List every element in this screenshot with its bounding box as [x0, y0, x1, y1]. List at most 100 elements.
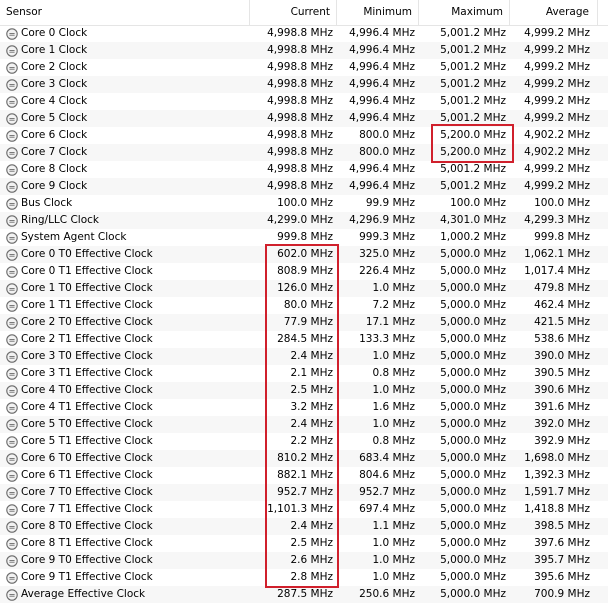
sensor-name: Core 6 Clock [21, 129, 88, 141]
sensor-name-cell: Core 5 T1 Effective Clock [0, 433, 250, 450]
maximum-value: 5,000.0 MHz [440, 333, 506, 345]
table-row[interactable]: Core 1 T0 Effective Clock 126.0 MHz 1.0 MH… [0, 280, 608, 297]
average-value: 4,999.2 MHz [524, 44, 590, 56]
table-row[interactable]: Core 0 T0 Effective Clock 602.0 MHz 325.0 … [0, 246, 608, 263]
table-row[interactable]: Core 3 T0 Effective Clock 2.4 MHz 1.0 MHz 5… [0, 348, 608, 365]
table-row[interactable]: Core 8 Clock 4,998.8 MHz 4,996.4 MHz 5,001.… [0, 161, 608, 178]
clock-sensor-icon [6, 146, 18, 159]
sensor-name: Core 3 Clock [21, 78, 88, 90]
table-row[interactable]: Core 5 T0 Effective Clock 2.4 MHz 1.0 MHz 5… [0, 416, 608, 433]
sensor-window: Sensor Current Minimum Maximum Average C… [0, 0, 608, 604]
table-row[interactable]: Core 5 Clock 4,998.8 MHz 4,996.4 MHz 5,001.… [0, 110, 608, 127]
sensor-table-body: Core 0 Clock 4,998.8 MHz 4,996.4 MHz 5,001.… [0, 25, 608, 603]
table-row[interactable]: Core 2 T1 Effective Clock 284.5 MHz 133.3 … [0, 331, 608, 348]
average-value: 421.5 MHz [534, 316, 590, 328]
minimum-value: 800.0 MHz [359, 129, 415, 141]
table-row[interactable]: Core 1 T1 Effective Clock 80.0 MHz 7.2 MHz… [0, 297, 608, 314]
sensor-name: Core 0 T0 Effective Clock [21, 248, 153, 260]
current-value: 1,101.3 MHz [267, 503, 333, 515]
current-value: 80.0 MHz [283, 299, 333, 311]
sensor-name: Core 2 T1 Effective Clock [21, 333, 153, 345]
table-row[interactable]: Core 0 Clock 4,998.8 MHz 4,996.4 MHz 5,001.… [0, 25, 608, 42]
clock-sensor-icon [6, 418, 18, 431]
current-value: 4,998.8 MHz [267, 95, 333, 107]
minimum-value: 999.3 MHz [359, 231, 415, 243]
maximum-value: 5,001.2 MHz [440, 112, 506, 124]
sensor-name-cell: Core 3 Clock [0, 76, 250, 93]
table-row[interactable]: System Agent Clock 999.8 MHz 999.3 MHz 1,00… [0, 229, 608, 246]
minimum-value: 1.0 MHz [372, 418, 415, 430]
minimum-value: 1.0 MHz [372, 282, 415, 294]
clock-sensor-icon [6, 231, 18, 244]
table-header: Sensor Current Minimum Maximum Average [0, 0, 608, 26]
table-row[interactable]: Core 7 T0 Effective Clock 952.7 MHz 952.7 … [0, 484, 608, 501]
sensor-name: Core 2 T0 Effective Clock [21, 316, 153, 328]
sensor-name-cell: Core 1 T0 Effective Clock [0, 280, 250, 297]
table-row[interactable]: Core 9 T1 Effective Clock 2.8 MHz 1.0 MHz 5… [0, 569, 608, 586]
table-row[interactable]: Core 9 Clock 4,998.8 MHz 4,996.4 MHz 5,001.… [0, 178, 608, 195]
row-filler [598, 314, 608, 331]
table-row[interactable]: Core 1 Clock 4,998.8 MHz 4,996.4 MHz 5,001.… [0, 42, 608, 59]
current-value: 100.0 MHz [277, 197, 333, 209]
sensor-name-cell: Core 4 T1 Effective Clock [0, 399, 250, 416]
average-value: 462.4 MHz [534, 299, 590, 311]
table-row[interactable]: Bus Clock 100.0 MHz 99.9 MHz 100.0 MHz 100.0… [0, 195, 608, 212]
clock-sensor-icon [6, 61, 18, 74]
maximum-value: 5,000.0 MHz [440, 520, 506, 532]
table-row[interactable]: Average Effective Clock 287.5 MHz 250.6 MH… [0, 586, 608, 603]
sensor-name-cell: Core 6 Clock [0, 127, 250, 144]
table-row[interactable]: Core 8 T1 Effective Clock 2.5 MHz 1.0 MHz 5… [0, 535, 608, 552]
table-row[interactable]: Core 0 T1 Effective Clock 808.9 MHz 226.4 … [0, 263, 608, 280]
row-filler [598, 25, 608, 42]
table-row[interactable]: Core 3 T1 Effective Clock 2.1 MHz 0.8 MHz 5… [0, 365, 608, 382]
column-header-current[interactable]: Current [250, 0, 337, 25]
table-row[interactable]: Core 5 T1 Effective Clock 2.2 MHz 0.8 MHz 5… [0, 433, 608, 450]
column-header-sensor[interactable]: Sensor [0, 0, 250, 25]
row-filler [598, 212, 608, 229]
maximum-value: 5,000.0 MHz [440, 350, 506, 362]
maximum-value: 5,001.2 MHz [440, 95, 506, 107]
column-header-minimum[interactable]: Minimum [337, 0, 419, 25]
table-row[interactable]: Core 4 T0 Effective Clock 2.5 MHz 1.0 MHz 5… [0, 382, 608, 399]
table-row[interactable]: Core 6 T1 Effective Clock 882.1 MHz 804.6 … [0, 467, 608, 484]
maximum-value: 4,301.0 MHz [440, 214, 506, 226]
table-row[interactable]: Core 2 Clock 4,998.8 MHz 4,996.4 MHz 5,001.… [0, 59, 608, 76]
average-value: 4,902.2 MHz [524, 129, 590, 141]
table-row[interactable]: Core 9 T0 Effective Clock 2.6 MHz 1.0 MHz 5… [0, 552, 608, 569]
table-row[interactable]: Core 3 Clock 4,998.8 MHz 4,996.4 MHz 5,001.… [0, 76, 608, 93]
table-row[interactable]: Ring/LLC Clock 4,299.0 MHz 4,296.9 MHz 4,30… [0, 212, 608, 229]
table-row[interactable]: Core 2 T0 Effective Clock 77.9 MHz 17.1 MH… [0, 314, 608, 331]
sensor-name: Core 7 T1 Effective Clock [21, 503, 153, 515]
clock-sensor-icon [6, 197, 18, 210]
maximum-value: 5,000.0 MHz [440, 554, 506, 566]
clock-sensor-icon [6, 537, 18, 550]
table-row[interactable]: Core 4 Clock 4,998.8 MHz 4,996.4 MHz 5,001.… [0, 93, 608, 110]
average-value: 397.6 MHz [534, 537, 590, 549]
minimum-value: 250.6 MHz [359, 588, 415, 600]
current-value: 2.4 MHz [290, 418, 333, 430]
maximum-value: 5,200.0 MHz [440, 146, 506, 158]
average-value: 395.6 MHz [534, 571, 590, 583]
clock-sensor-icon [6, 163, 18, 176]
average-value: 4,999.2 MHz [524, 27, 590, 39]
column-header-average[interactable]: Average [510, 0, 598, 25]
sensor-name-cell: Core 5 Clock [0, 110, 250, 127]
row-filler [598, 263, 608, 280]
table-row[interactable]: Core 6 T0 Effective Clock 810.2 MHz 683.4 … [0, 450, 608, 467]
table-row[interactable]: Core 4 T1 Effective Clock 3.2 MHz 1.6 MHz 5… [0, 399, 608, 416]
minimum-value: 952.7 MHz [359, 486, 415, 498]
table-row[interactable]: Core 8 T0 Effective Clock 2.4 MHz 1.1 MHz 5… [0, 518, 608, 535]
table-row[interactable]: Core 7 T1 Effective Clock 1,101.3 MHz 697.… [0, 501, 608, 518]
sensor-name: Core 3 T0 Effective Clock [21, 350, 153, 362]
row-filler [598, 416, 608, 433]
clock-sensor-icon [6, 248, 18, 261]
minimum-value: 1.0 MHz [372, 350, 415, 362]
table-row[interactable]: Core 6 Clock 4,998.8 MHz 800.0 MHz 5,200.0 … [0, 127, 608, 144]
minimum-value: 1.1 MHz [372, 520, 415, 532]
table-row[interactable]: Core 7 Clock 4,998.8 MHz 800.0 MHz 5,200.0 … [0, 144, 608, 161]
clock-sensor-icon [6, 350, 18, 363]
average-value: 392.9 MHz [534, 435, 590, 447]
row-filler [598, 161, 608, 178]
maximum-value: 5,001.2 MHz [440, 61, 506, 73]
column-header-maximum[interactable]: Maximum [419, 0, 510, 25]
